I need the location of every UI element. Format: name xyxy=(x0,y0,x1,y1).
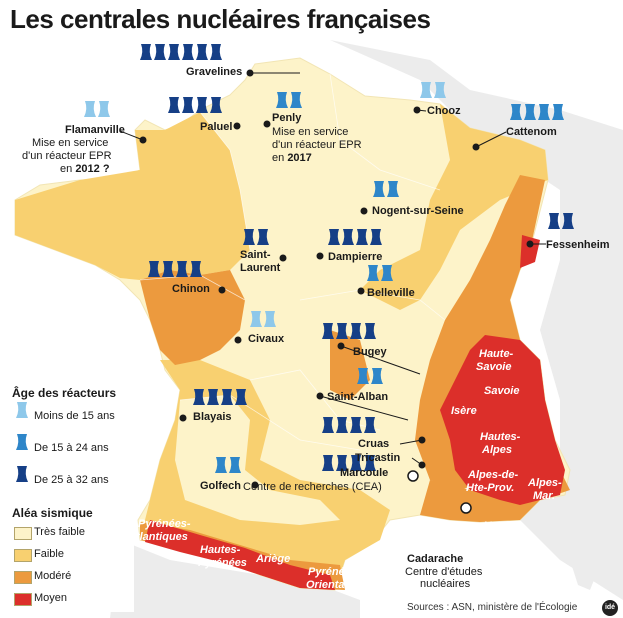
gravelines-reactor-icon xyxy=(154,44,166,60)
region-hautes-alpes-2: Alpes xyxy=(482,444,512,456)
publisher-logo: idé xyxy=(602,600,618,616)
legend-age-title: Âge des réacteurs xyxy=(12,386,117,400)
source-note: Sources : ASN, ministère de l'Écologie xyxy=(407,602,578,613)
label-cruas: Cruas xyxy=(358,438,390,450)
legend: Âge des réacteurs Moins de 15 ans De 15 … xyxy=(6,380,134,612)
label-chooz: Chooz xyxy=(427,105,461,117)
region-pyrenees-or-2: Orientales xyxy=(306,579,360,591)
marcoule-site-marker xyxy=(407,470,419,482)
label-fessenheim: Fessenheim xyxy=(546,239,610,251)
marcoule-desc: Centre de recherches (CEA) xyxy=(243,481,382,493)
label-chinon: Chinon xyxy=(172,283,210,295)
penly-note-year: en 2017 xyxy=(272,152,312,164)
plant-location-dot xyxy=(233,122,241,130)
region-ariege: Ariège xyxy=(256,553,291,565)
plant-location-dot xyxy=(234,336,242,344)
region-hautes-pyr-1: Hautes- xyxy=(200,544,241,556)
swatch-moderate xyxy=(14,571,32,584)
plant-location-dot xyxy=(179,414,187,422)
gravelines-reactor-icon xyxy=(182,44,194,60)
swatch-low xyxy=(14,549,32,562)
label-flamanville: Flamanville xyxy=(65,124,125,136)
legend-old-reactor-icon xyxy=(16,466,28,482)
region-var: Var xyxy=(484,520,502,532)
label-saint-alban: Saint-Alban xyxy=(327,391,389,403)
label-paluel: Paluel xyxy=(200,121,233,133)
label-cadarache: Cadarache xyxy=(407,553,464,565)
label-saint-laurent: Saint-Laurent xyxy=(240,249,281,274)
plant-location-dot xyxy=(357,287,365,295)
swatch-medium xyxy=(14,593,32,606)
region-alpes-mar-1: Alpes- xyxy=(528,477,562,489)
plant-location-dot xyxy=(360,207,368,215)
gravelines-reactor-icon xyxy=(210,44,222,60)
legend-age-new: Moins de 15 ans xyxy=(34,410,115,422)
label-nogent: Nogent-sur-Seine xyxy=(372,205,464,217)
swatch-very-low xyxy=(14,527,32,540)
region-pyrenees-atl-2: Atlantiques xyxy=(128,531,188,543)
map-title: Les centrales nucléaires françaises xyxy=(10,4,431,34)
label-tricastin: Tricastin xyxy=(355,452,401,464)
label-belleville: Belleville xyxy=(367,287,415,299)
fessenheim-reactor-icon xyxy=(548,213,560,229)
penly-note-2: d'un réacteur EPR xyxy=(272,139,362,151)
cadarache-desc-2: nucléaires xyxy=(420,578,471,590)
region-pyrenees-or-1: Pyrénées- xyxy=(308,566,361,578)
region-haute-savoie-1: Haute- xyxy=(479,348,514,360)
label-cattenom: Cattenom xyxy=(506,126,557,138)
gravelines-reactor-icon xyxy=(168,44,180,60)
gravelines-reactor-icon xyxy=(140,44,152,60)
legend-seismic-title: Aléa sismique xyxy=(12,506,93,520)
paluel-reactor-icon xyxy=(168,97,180,113)
flamanville-note-1: Mise en service xyxy=(32,137,109,149)
label-gravelines: Gravelines xyxy=(186,66,243,78)
region-savoie: Savoie xyxy=(484,385,520,397)
paluel-reactor-icon xyxy=(182,97,194,113)
region-alpes-mar-2: Mar. xyxy=(533,490,556,502)
legend-medium: Moyen xyxy=(34,592,68,604)
region-alpes-hte-prov-1: Alpes-de- xyxy=(468,469,519,481)
flamanville-note-2: d'un réacteur EPR xyxy=(22,150,112,162)
region-hautes-pyr-2: Pyrénées xyxy=(198,557,247,569)
flamanville-reactor-icon xyxy=(84,101,96,117)
label-penly: Penly xyxy=(272,112,302,124)
cadarache-site-marker xyxy=(460,502,472,514)
legend-new-reactor-icon xyxy=(16,402,28,418)
plant-location-dot xyxy=(218,286,226,294)
region-hautes-alpes-1: Hautes- xyxy=(480,431,521,443)
plant-location-dot xyxy=(316,252,324,260)
label-bugey: Bugey xyxy=(353,346,387,358)
plant-location-dot xyxy=(263,120,271,128)
legend-age-old: De 25 à 32 ans xyxy=(34,474,109,486)
gravelines-reactor-icon xyxy=(196,44,208,60)
legend-age-mid: De 15 à 24 ans xyxy=(34,442,109,454)
paluel-reactor-icon xyxy=(196,97,208,113)
legend-very-low: Très faible xyxy=(34,526,85,538)
label-marcoule: Marcoule xyxy=(340,467,389,479)
legend-mid-reactor-icon xyxy=(16,434,28,450)
penly-note-1: Mise en service xyxy=(272,126,349,138)
region-pyrenees-atl-1: Pyrénées- xyxy=(138,518,191,530)
label-civaux: Civaux xyxy=(248,333,285,345)
flamanville-note-year: en 2012 ? xyxy=(60,163,110,175)
label-golfech: Golfech xyxy=(200,480,241,492)
region-isere: Isère xyxy=(451,405,477,417)
legend-moderate: Modéré xyxy=(34,570,72,582)
label-dampierre: Dampierre xyxy=(328,251,383,263)
region-alpes-hte-prov-2: Hte-Prov. xyxy=(466,482,515,494)
flamanville-reactor-icon xyxy=(98,101,110,117)
map-figure: Les centrales nucléaires françaises Grav… xyxy=(0,0,623,618)
label-blayais: Blayais xyxy=(193,411,232,423)
region-haute-savoie-2: Savoie xyxy=(476,361,512,373)
zone-medium-fessenheim xyxy=(520,235,540,268)
legend-low: Faible xyxy=(34,548,64,560)
